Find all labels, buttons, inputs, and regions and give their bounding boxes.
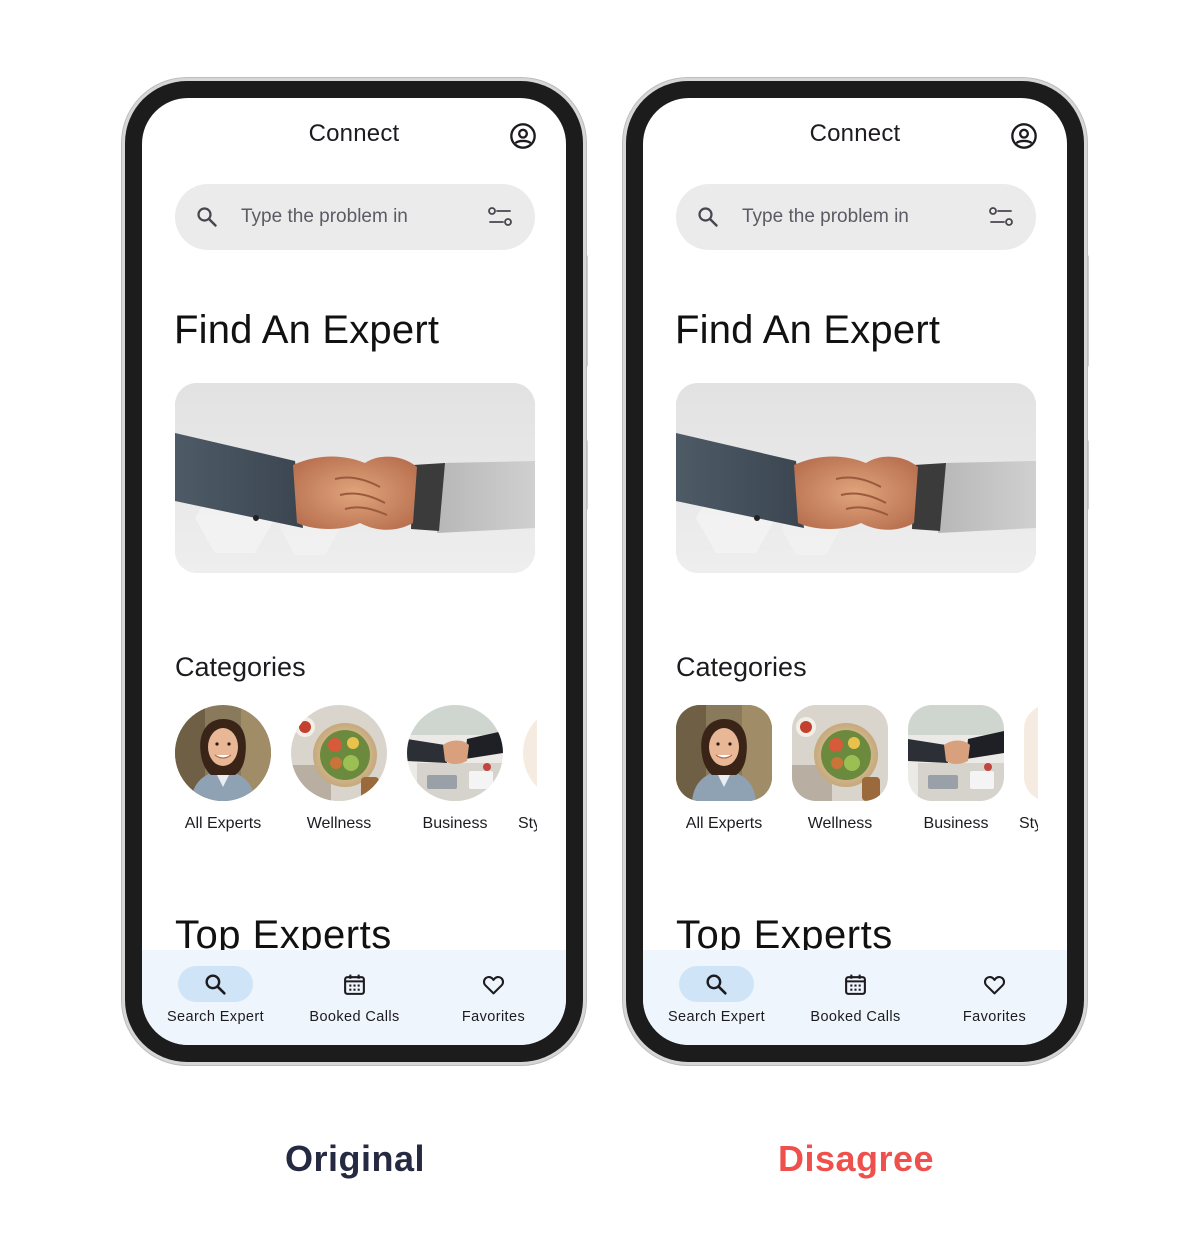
page-heading: Find An Expert <box>675 308 941 352</box>
phone-power-button <box>1085 440 1089 510</box>
category-thumb-partial <box>1024 705 1038 801</box>
app-screen: Connect F <box>643 98 1067 1045</box>
app-title: Connect <box>809 120 901 147</box>
search-bar[interactable] <box>175 184 535 250</box>
nav-favorites[interactable]: Favorites <box>924 950 1065 1045</box>
calendar-icon <box>845 974 866 995</box>
nav-search-expert[interactable]: Search Expert <box>646 950 787 1045</box>
categories-carousel[interactable]: All Experts Wellness Business St <box>676 705 1038 835</box>
phone-frame: Connect F <box>626 81 1084 1062</box>
search-icon <box>205 974 226 995</box>
nav-booked-calls[interactable]: Booked Calls <box>284 950 425 1045</box>
category-label: Business <box>422 815 488 832</box>
category-thumb-woman-portrait <box>175 705 271 801</box>
category-label: Business <box>923 815 989 832</box>
calendar-icon <box>344 974 365 995</box>
nav-label: Search Expert <box>166 1009 265 1025</box>
bottom-navigation: Search Expert Booked Calls Favorites <box>643 950 1067 1045</box>
categories-carousel[interactable]: All Experts Wellness Business St <box>175 705 537 835</box>
variant-disagree: Connect F <box>501 0 1101 1253</box>
nav-label: Search Expert <box>667 1009 766 1025</box>
category-thumb-business-handshake <box>407 705 503 801</box>
top-app-bar: Connect <box>643 98 1067 168</box>
search-icon <box>706 974 727 995</box>
category-label: Wellness <box>807 815 873 832</box>
variant-caption: Disagree <box>777 1138 935 1179</box>
category-thumb-salad-bowl <box>792 705 888 801</box>
nav-label: Booked Calls <box>810 1009 901 1025</box>
search-icon <box>197 207 217 227</box>
category-thumb-woman-portrait <box>676 705 772 801</box>
phone-volume-button <box>1085 255 1089 367</box>
account-circle-icon[interactable] <box>1010 122 1038 150</box>
nav-booked-calls[interactable]: Booked Calls <box>785 950 926 1045</box>
handshake-photo <box>676 383 1036 573</box>
hero-handshake-image[interactable] <box>676 383 1036 573</box>
hero-handshake-image[interactable] <box>175 383 535 573</box>
search-bar[interactable] <box>676 184 1036 250</box>
search-icon <box>698 207 718 227</box>
nav-label: Booked Calls <box>309 1009 400 1025</box>
handshake-photo <box>175 383 535 573</box>
category-thumb-salad-bowl <box>291 705 387 801</box>
category-label: Wellness <box>306 815 372 832</box>
tune-icon[interactable] <box>988 205 1014 229</box>
categories-title: Categories <box>175 652 306 682</box>
search-input[interactable] <box>241 204 471 230</box>
nav-label: Favorites <box>962 1009 1027 1025</box>
category-label: All Experts <box>685 815 763 832</box>
page-heading: Find An Expert <box>174 308 440 352</box>
category-label: All Experts <box>184 815 262 832</box>
category-thumb-business-handshake <box>908 705 1004 801</box>
heart-icon <box>983 975 1006 995</box>
nav-search-expert[interactable]: Search Expert <box>145 950 286 1045</box>
category-label: Sty <box>1019 815 1038 832</box>
categories-title: Categories <box>676 652 807 682</box>
search-input[interactable] <box>742 204 972 230</box>
